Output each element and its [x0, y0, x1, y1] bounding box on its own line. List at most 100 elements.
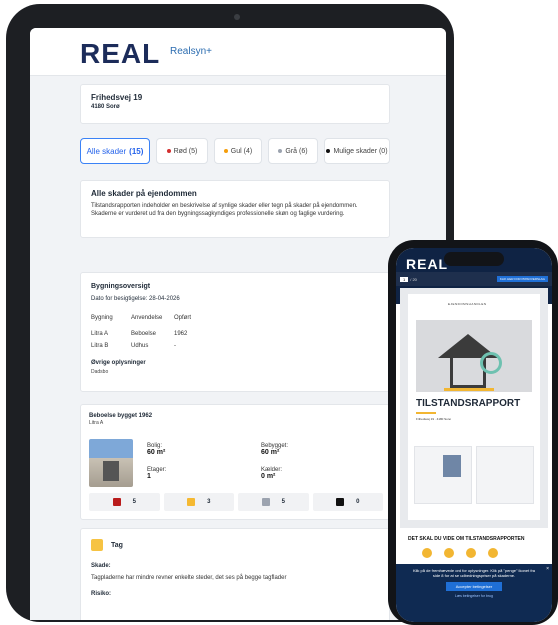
filter-possible-label: Mulige skader (0) [333, 147, 388, 155]
bebygget-value: 60 m² [261, 449, 280, 456]
filter-possible[interactable]: Mulige skader (0) [324, 138, 390, 164]
building-overview-card: Bygningsoversigt Dato for besigtigelse: … [80, 272, 390, 392]
info-icon [444, 548, 454, 558]
phone-screen: REAL 1 / 20 KLIK HER FOR PRISOVERSLAG EJ… [396, 248, 552, 622]
terms-banner: × Klik på de fremhævede ord for oplysnin… [396, 564, 552, 622]
filter-grey-label: Grå (6) [285, 147, 308, 155]
filter-yellow[interactable]: Gul (4) [214, 138, 262, 164]
intro-card: Alle skader på ejendommen Tilstandsrappo… [80, 180, 390, 238]
grey-dot-icon [278, 149, 283, 153]
read-terms-link[interactable]: Læs betingelser for brug [410, 594, 538, 599]
device-mockup: REAL Realsyn+ Frihedsvej 19 4180 Sorø Al… [0, 0, 558, 625]
cell: Beboelse [131, 331, 157, 337]
other-info-label: Øvrige oplysninger [91, 360, 146, 366]
table-row: Litra A Beboelse 1962 [91, 328, 379, 340]
info-icon [466, 548, 476, 558]
col-building: Bygning [91, 315, 113, 321]
roof-title: Tag [111, 541, 123, 549]
pdf-viewer[interactable]: EJENDOMSHANDLEN TILSTANDSRAPPORT Friheds… [400, 288, 548, 528]
other-info-value: Dadsbo [91, 369, 109, 375]
grey-count[interactable]: 5 [238, 493, 309, 511]
tablet-frame: REAL Realsyn+ Frihedsvej 19 4180 Sorø Al… [6, 4, 454, 622]
etager-value: 1 [147, 473, 151, 480]
magnifier-icon [480, 352, 502, 374]
real-logo[interactable]: REAL [80, 38, 160, 70]
pdf-toolbar: 1 / 20 KLIK HER FOR PRISOVERSLAG [396, 272, 552, 286]
bebygget-field: Bebygget: 60 m² [261, 443, 288, 456]
cell: 1962 [174, 331, 188, 337]
price-estimate-button[interactable]: KLIK HER FOR PRISOVERSLAG [496, 276, 548, 282]
red-count[interactable]: 5 [89, 493, 160, 511]
grey-count-value: 5 [281, 499, 285, 505]
inspection-date: Dato for besigtigelse: 28-04-2026 [91, 296, 180, 302]
cell: Udhus [131, 343, 149, 349]
app-header: REAL Realsyn+ [30, 28, 446, 76]
black-count-value: 0 [356, 499, 360, 505]
info-icon [488, 548, 498, 558]
info-box-right [476, 446, 534, 504]
filter-all[interactable]: Alle skader (15) [80, 138, 150, 164]
page-input[interactable]: 1 [400, 276, 409, 282]
risk-label: Risiko: [91, 591, 112, 597]
intro-text: Tilstandsrapporten indeholder en beskriv… [91, 203, 358, 217]
address-card: Frihedsvej 19 4180 Sorø [80, 84, 390, 124]
house-photo [89, 439, 133, 487]
cell: Litra B [91, 343, 109, 349]
close-icon[interactable]: × [546, 567, 549, 572]
address-city: 4180 Sorø [91, 104, 120, 110]
filter-red-label: Rød (5) [173, 147, 198, 155]
yellow-count[interactable]: 3 [163, 493, 234, 511]
table-header: Bygning Anvendelse Opført [91, 312, 379, 324]
yellow-dot-icon [223, 149, 228, 153]
damage-text: Tagpladerne har mindre revner enkelte st… [91, 575, 287, 581]
red-dot-icon [166, 149, 171, 153]
phone-notch [444, 252, 504, 266]
black-count[interactable]: 0 [312, 493, 383, 511]
cell: Litra A [91, 331, 109, 337]
yellow-count-value: 3 [207, 499, 211, 505]
house-yellow-icon [187, 498, 196, 506]
damage-label: Skade: [91, 563, 111, 569]
col-built: Opført [174, 315, 192, 321]
terms-text: Klik på de fremhævede ord for oplysninge… [412, 568, 536, 578]
title-underline [416, 412, 436, 414]
filter-all-label: Alle skader [86, 146, 127, 156]
building-card: Beboelse bygget 1962 Litra A Bolig: 60 m… [80, 404, 390, 520]
building-sub: Litra A [89, 420, 104, 426]
building-title: Beboelse bygget 1962 [89, 413, 153, 419]
phone-frame: REAL 1 / 20 KLIK HER FOR PRISOVERSLAG EJ… [388, 240, 558, 625]
damage-counts: 5 3 5 0 [89, 493, 383, 511]
yellow-bar [444, 388, 494, 391]
damage-filters: Alle skader (15) Rød (5) Gul (4) Grå (6) [80, 138, 390, 166]
cell: - [174, 343, 176, 349]
filter-red[interactable]: Rød (5) [156, 138, 208, 164]
house-grey-icon [261, 498, 270, 506]
overview-title: Bygningsoversigt [91, 283, 151, 290]
house-illustration [416, 320, 532, 392]
col-usage: Anvendelse [131, 315, 163, 321]
phone-logo[interactable]: REAL [406, 256, 448, 272]
tablet-screen: REAL Realsyn+ Frihedsvej 19 4180 Sorø Al… [30, 28, 446, 620]
pdf-page: EJENDOMSHANDLEN TILSTANDSRAPPORT Friheds… [408, 294, 540, 520]
camera [234, 14, 240, 20]
intro-title: Alle skader på ejendommen [91, 189, 197, 198]
roof-icon [91, 539, 103, 551]
roof-card: Tag Skade: Tagpladerne har mindre revner… [80, 528, 390, 620]
bolig-field: Bolig: 60 m² [147, 443, 165, 456]
product-name: Realsyn+ [170, 46, 212, 57]
red-count-value: 5 [132, 499, 136, 505]
accept-terms-button[interactable]: Accepter betingelser [445, 582, 503, 591]
door-shape [103, 461, 119, 481]
house-black-icon [336, 498, 345, 506]
address-street: Frihedsvej 19 [91, 93, 143, 102]
roof-header[interactable]: Tag [91, 539, 379, 551]
table-row: Litra B Udhus - [91, 340, 379, 352]
filter-grey[interactable]: Grå (6) [268, 138, 318, 164]
info-icons [400, 548, 548, 558]
info-section-title: DET SKAL DU VIDE OM TILSTANDSRAPPORTEN [408, 536, 525, 542]
etager-field: Etager: 1 [147, 467, 166, 480]
report-meta: Frihedsvej 19 · 4180 Sorø [416, 417, 451, 421]
info-icon [422, 548, 432, 558]
report-title: TILSTANDSRAPPORT [416, 398, 521, 409]
info-box-left [414, 446, 472, 504]
